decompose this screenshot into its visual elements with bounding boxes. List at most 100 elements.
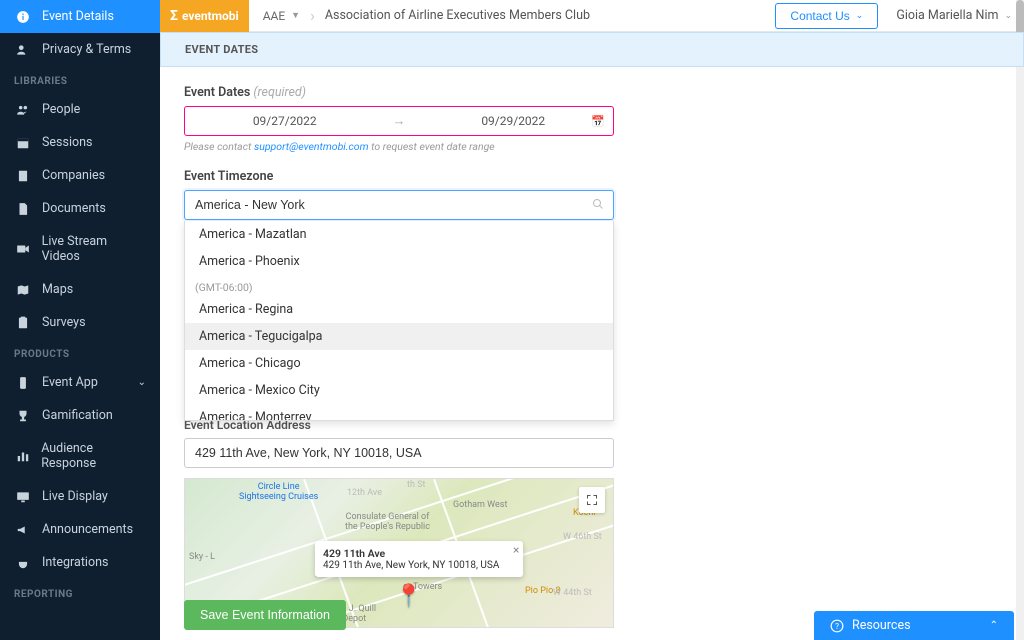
map-poi: W 44th St — [553, 589, 592, 599]
chevron-down-icon: ⌄ — [1004, 11, 1012, 21]
clipboard-icon — [14, 316, 32, 330]
sidebar-header-products: PRODUCTS — [0, 339, 160, 366]
map-poi: W 46th St — [563, 533, 602, 543]
calendar-icon[interactable]: 📅 — [591, 115, 605, 128]
sidebar-item-live-display[interactable]: Live Display — [0, 480, 160, 513]
calendar-icon — [14, 136, 32, 150]
sidebar-item-label: Event App — [42, 375, 98, 390]
map-icon — [14, 283, 32, 297]
mobile-icon — [14, 376, 32, 390]
sidebar-item-label: Companies — [42, 168, 105, 183]
chart-icon — [14, 449, 31, 463]
sidebar-item-label: Live Display — [42, 489, 108, 504]
sidebar-item-gamification[interactable]: Gamification — [0, 399, 160, 432]
map-poi: Sky - L — [189, 553, 215, 563]
location-input[interactable] — [184, 438, 614, 468]
sidebar-item-label: Surveys — [42, 315, 86, 330]
end-date[interactable]: 09/29/2022 — [414, 114, 614, 128]
dropdown-item[interactable]: America - Phoenix — [185, 248, 613, 275]
help-icon: ? — [830, 619, 844, 633]
chevron-down-icon: ⌄ — [856, 10, 864, 21]
contact-us-button[interactable]: Contact Us ⌄ — [775, 3, 878, 29]
sidebar-item-integrations[interactable]: Integrations — [0, 546, 160, 579]
monitor-icon — [14, 490, 32, 504]
map-poi: Consulate General ofthe People's Republi… — [345, 513, 430, 533]
arrow-right-icon: → — [385, 113, 414, 129]
chevron-down-icon: ⌄ — [138, 377, 146, 388]
close-icon[interactable]: × — [513, 543, 519, 557]
sidebar-item-label: Integrations — [42, 555, 108, 570]
people-icon — [14, 103, 32, 117]
sidebar-item-label: Audience Response — [41, 441, 146, 471]
sidebar-item-companies[interactable]: Companies — [0, 159, 160, 192]
dropdown-item[interactable]: America - Tegucigalpa — [185, 323, 613, 350]
label-text: Event Dates — [184, 85, 250, 100]
sidebar-item-sessions[interactable]: Sessions — [0, 126, 160, 159]
help-text: Please contact support@eventmobi.com to … — [184, 140, 1000, 153]
save-button[interactable]: Save Event Information — [184, 600, 346, 630]
sidebar-item-label: Gamification — [42, 408, 113, 423]
sidebar-item-people[interactable]: People — [0, 93, 160, 126]
sidebar-header-reporting: REPORTING — [0, 579, 160, 606]
resources-panel-toggle[interactable]: ? Resources ⌃ — [814, 611, 1014, 640]
sidebar-item-livestream[interactable]: Live Stream Videos — [0, 225, 160, 273]
dropdown-group: (GMT-06:00) — [185, 275, 613, 296]
sidebar-item-label: Announcements — [42, 522, 133, 537]
breadcrumb-code-label: AAE — [263, 9, 285, 23]
sidebar-item-documents[interactable]: Documents — [0, 192, 160, 225]
main: Σeventmobi AAE ▼ › Association of Airlin… — [160, 0, 1024, 640]
support-email-link[interactable]: support@eventmobi.com — [254, 140, 369, 153]
breadcrumb-code[interactable]: AAE ▼ — [263, 9, 300, 23]
event-dates-label: Event Dates (required) — [184, 85, 1000, 100]
user-lock-icon — [14, 43, 32, 57]
map-info-title: 429 11th Ave — [323, 547, 499, 560]
plug-icon — [14, 556, 32, 570]
map-poi: Gotham West — [453, 501, 507, 511]
svg-text:?: ? — [835, 620, 839, 630]
event-dates-block: Event Dates (required) 09/27/2022 → 09/2… — [160, 67, 1024, 161]
resources-label: Resources — [852, 618, 911, 633]
user-menu[interactable]: Gioia Mariella Nim ⌄ — [896, 8, 1012, 23]
brand-name: eventmobi — [182, 9, 239, 23]
sidebar-item-label: Live Stream Videos — [42, 234, 146, 264]
dropdown-item[interactable]: America - Regina — [185, 296, 613, 323]
dropdown-item[interactable]: America - Mazatlan — [185, 221, 613, 248]
breadcrumb-separator-icon: › — [310, 6, 315, 25]
timezone-input[interactable] — [184, 190, 614, 220]
sidebar-item-privacy[interactable]: Privacy & Terms — [0, 33, 160, 66]
sidebar-item-label: Documents — [42, 201, 106, 216]
document-icon — [14, 202, 32, 216]
timezone-label: Event Timezone — [184, 169, 1000, 184]
logo[interactable]: Σeventmobi — [160, 0, 249, 32]
sidebar-item-label: Sessions — [42, 135, 92, 150]
sidebar-item-label: Maps — [42, 282, 73, 297]
map-info-address: 429 11th Ave, New York, NY 10018, USA — [323, 560, 499, 571]
caret-down-icon: ▼ — [291, 10, 300, 21]
date-range-picker[interactable]: 09/27/2022 → 09/29/2022 📅 — [184, 106, 614, 136]
start-date[interactable]: 09/27/2022 — [185, 114, 385, 128]
map-marker-icon: 📍 — [395, 584, 422, 609]
search-icon — [592, 198, 604, 210]
sidebar-item-event-details[interactable]: Event Details — [0, 0, 160, 33]
megaphone-icon — [14, 523, 32, 537]
dropdown-item[interactable]: America - Monterrey — [185, 404, 613, 421]
content: EVENT DATES Event Dates (required) 09/27… — [160, 32, 1024, 640]
sidebar-item-surveys[interactable]: Surveys — [0, 306, 160, 339]
sidebar-item-audience-response[interactable]: Audience Response — [0, 432, 160, 480]
sidebar-item-event-app[interactable]: Event App ⌄ — [0, 366, 160, 399]
sidebar-item-announcements[interactable]: Announcements — [0, 513, 160, 546]
sidebar-item-maps[interactable]: Maps — [0, 273, 160, 306]
map-info-window: 429 11th Ave 429 11th Ave, New York, NY … — [315, 541, 523, 577]
dropdown-item[interactable]: America - Chicago — [185, 350, 613, 377]
user-name: Gioia Mariella Nim — [896, 8, 998, 23]
sidebar-item-label: Privacy & Terms — [42, 42, 131, 57]
info-icon — [14, 10, 32, 24]
dropdown-item[interactable]: America - Mexico City — [185, 377, 613, 404]
map-poi: Circle LineSightseeing Cruises — [239, 483, 318, 503]
building-icon — [14, 169, 32, 183]
required-text: (required) — [253, 85, 306, 100]
chevron-up-icon: ⌃ — [990, 620, 998, 631]
fullscreen-button[interactable] — [579, 487, 605, 513]
video-icon — [14, 242, 32, 256]
contact-label: Contact Us — [790, 9, 849, 23]
